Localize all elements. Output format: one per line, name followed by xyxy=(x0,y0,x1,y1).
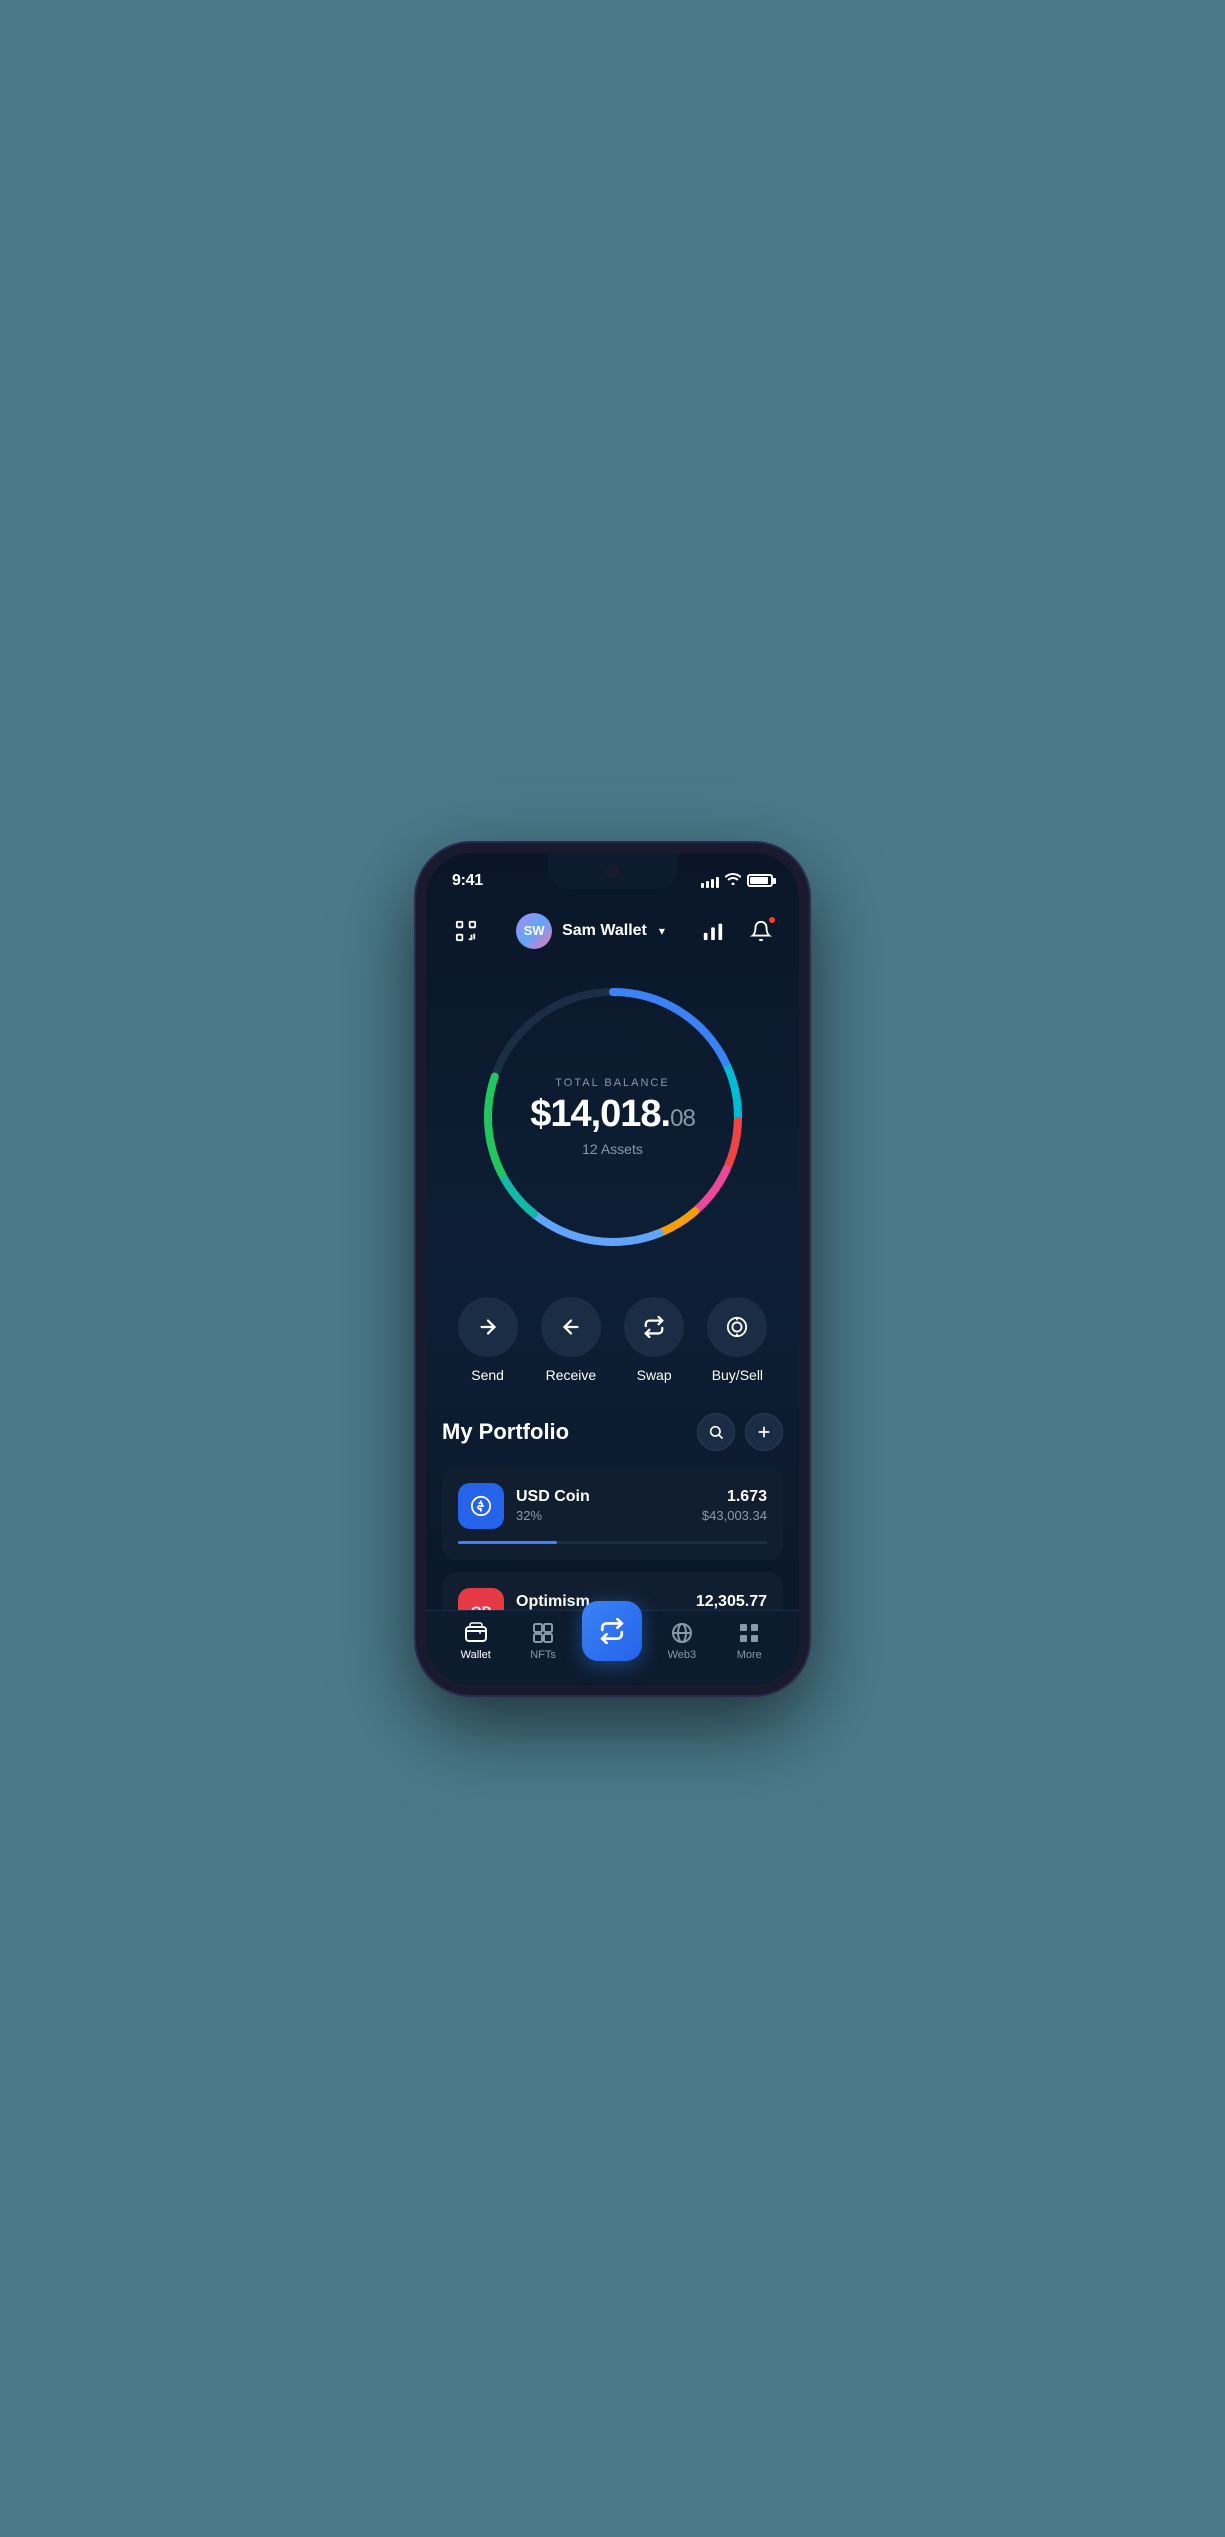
buysell-label: Buy/Sell xyxy=(712,1367,763,1383)
balance-amount: $14,018.08 xyxy=(530,1095,695,1133)
send-circle xyxy=(458,1297,518,1357)
search-icon xyxy=(708,1424,724,1440)
phone-screen: 9:41 xyxy=(426,853,799,1685)
asset-card-usdc[interactable]: USD Coin 32% 1.673 $43,003.34 xyxy=(442,1467,783,1560)
wifi-icon xyxy=(725,873,741,888)
balance-label: TOTAL BALANCE xyxy=(530,1077,695,1089)
scan-button[interactable] xyxy=(446,911,486,951)
swap-circle xyxy=(624,1297,684,1357)
wallet-nav-label: Wallet xyxy=(461,1649,491,1661)
usdc-values: 1.673 $43,003.34 xyxy=(702,1488,767,1523)
usdc-progress-fill xyxy=(458,1541,557,1544)
balance-assets-count: 12 Assets xyxy=(530,1141,695,1157)
notification-badge xyxy=(767,915,777,925)
web3-nav-label: Web3 xyxy=(668,1649,697,1661)
swap-button[interactable]: Swap xyxy=(619,1297,689,1383)
action-buttons: Send Receive xyxy=(426,1287,799,1413)
search-button[interactable] xyxy=(697,1413,735,1451)
nav-web3[interactable]: Web3 xyxy=(654,1621,710,1661)
send-label: Send xyxy=(471,1367,504,1383)
battery-icon xyxy=(747,874,773,887)
notifications-button[interactable] xyxy=(743,913,779,949)
balance-cents: 08 xyxy=(670,1105,695,1132)
chart-icon xyxy=(702,920,724,942)
plus-icon xyxy=(756,1424,772,1440)
header-actions xyxy=(695,913,779,949)
status-time: 9:41 xyxy=(452,872,483,890)
nav-wallet[interactable]: Wallet xyxy=(448,1621,504,1661)
center-action-icon xyxy=(599,1618,625,1644)
status-icons xyxy=(701,873,773,888)
user-name: Sam Wallet xyxy=(562,922,647,940)
portfolio-header-actions xyxy=(697,1413,783,1451)
web3-icon xyxy=(670,1621,694,1645)
balance-info: TOTAL BALANCE $14,018.08 12 Assets xyxy=(530,1077,695,1157)
swap-label: Swap xyxy=(637,1367,672,1383)
usdc-percent: 32% xyxy=(516,1508,690,1523)
portfolio-header: My Portfolio xyxy=(442,1413,783,1451)
app-header: SW Sam Wallet ▾ xyxy=(426,903,799,967)
usdc-amount: 1.673 xyxy=(702,1488,767,1506)
chart-button[interactable] xyxy=(695,913,731,949)
scan-icon xyxy=(455,920,477,942)
send-button[interactable]: Send xyxy=(453,1297,523,1383)
user-selector[interactable]: SW Sam Wallet ▾ xyxy=(516,913,665,949)
usdc-icon xyxy=(458,1483,504,1529)
usdc-info: USD Coin 32% xyxy=(516,1488,690,1523)
balance-section: TOTAL BALANCE $14,018.08 12 Assets xyxy=(426,967,799,1287)
usdc-name: USD Coin xyxy=(516,1488,690,1506)
usdc-usd: $43,003.34 xyxy=(702,1508,767,1523)
nfts-icon xyxy=(531,1621,555,1645)
portfolio-title: My Portfolio xyxy=(442,1419,569,1445)
add-asset-button[interactable] xyxy=(745,1413,783,1451)
usdc-progress-bar xyxy=(458,1541,767,1544)
notch-dot xyxy=(606,864,620,878)
more-icon xyxy=(737,1621,761,1645)
buysell-circle xyxy=(707,1297,767,1357)
phone-frame: 9:41 xyxy=(416,843,809,1695)
nfts-nav-label: NFTs xyxy=(530,1649,556,1661)
notch xyxy=(548,853,678,889)
optimism-amount: 12,305.77 xyxy=(696,1593,767,1611)
receive-circle xyxy=(541,1297,601,1357)
wallet-icon xyxy=(464,1621,488,1645)
more-nav-label: More xyxy=(737,1649,762,1661)
dollar-circle-icon xyxy=(470,1495,492,1517)
signal-icon xyxy=(701,874,719,888)
nav-more[interactable]: More xyxy=(721,1621,777,1661)
center-action-button[interactable] xyxy=(582,1601,642,1661)
nav-nfts[interactable]: NFTs xyxy=(515,1621,571,1661)
asset-row: USD Coin 32% 1.673 $43,003.34 xyxy=(458,1483,767,1529)
bottom-nav: Wallet NFTs xyxy=(426,1610,799,1685)
buysell-button[interactable]: Buy/Sell xyxy=(702,1297,772,1383)
receive-button[interactable]: Receive xyxy=(536,1297,606,1383)
chevron-down-icon: ▾ xyxy=(659,924,665,938)
balance-ring: TOTAL BALANCE $14,018.08 12 Assets xyxy=(473,977,753,1257)
receive-label: Receive xyxy=(546,1367,597,1383)
avatar: SW xyxy=(516,913,552,949)
